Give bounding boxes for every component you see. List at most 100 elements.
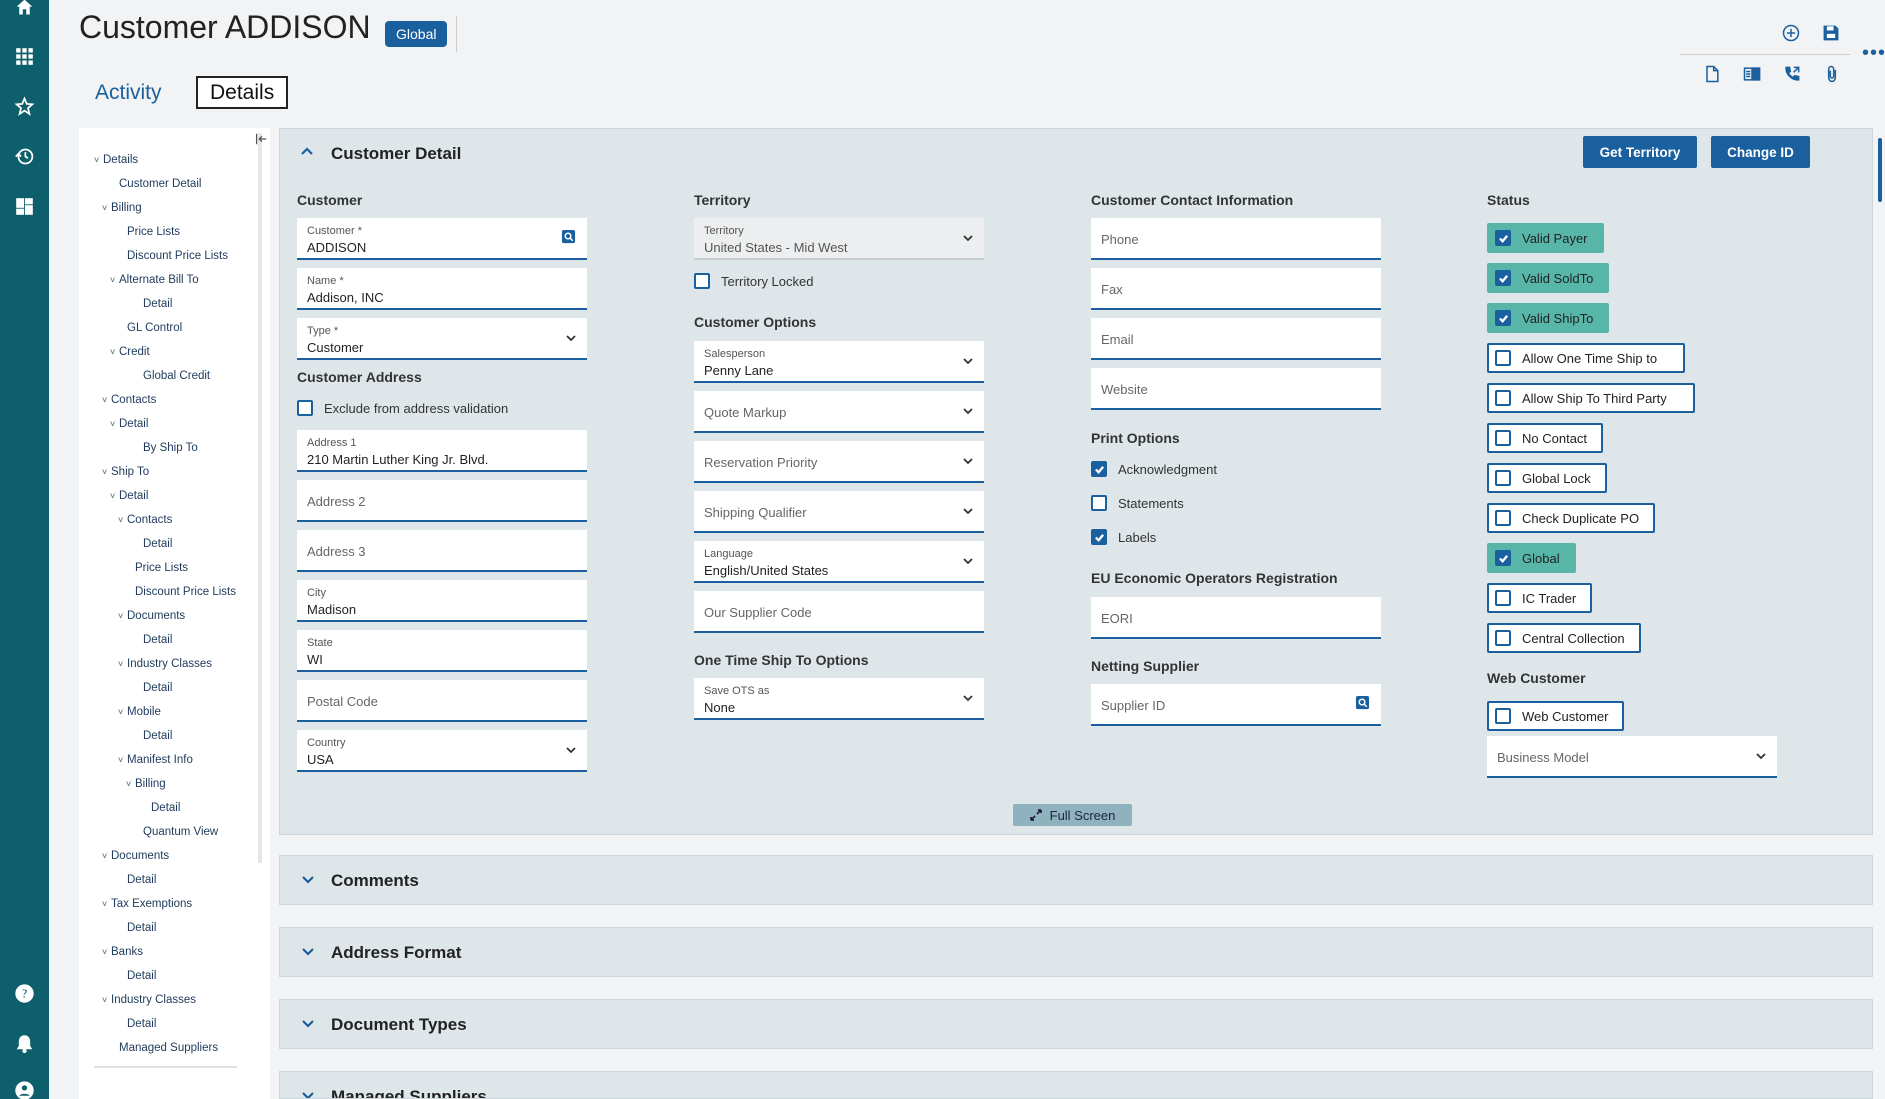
statements-checkbox[interactable]: Statements — [1091, 495, 1184, 511]
chevron-up-icon[interactable] — [299, 143, 317, 161]
add-circle-icon[interactable] — [1778, 20, 1804, 46]
tree-item[interactable]: Quantum View — [134, 826, 218, 838]
tree-item[interactable]: ˅ Documents — [118, 610, 185, 622]
tree-item[interactable]: GL Control — [118, 322, 182, 334]
tree-item[interactable]: Customer Detail — [110, 178, 201, 190]
tree-item[interactable]: Detail — [142, 802, 180, 814]
main-scrollbar[interactable] — [1878, 138, 1882, 202]
reservation-priority-select[interactable]: Reservation Priority — [694, 441, 984, 483]
managed-suppliers-section[interactable]: Managed Suppliers — [279, 1071, 1873, 1099]
dashboard-icon[interactable] — [12, 194, 37, 219]
our-supplier-code-field[interactable]: Our Supplier Code — [694, 591, 984, 633]
quote-markup-select[interactable]: Quote Markup — [694, 391, 984, 433]
tree-item[interactable]: Detail — [118, 970, 156, 982]
tree-item[interactable]: Global Credit — [134, 370, 210, 382]
country-select[interactable]: Country USA — [297, 730, 587, 772]
address-format-section[interactable]: Address Format — [279, 927, 1873, 977]
shipping-qualifier-select[interactable]: Shipping Qualifier — [694, 491, 984, 533]
change-id-button[interactable]: Change ID — [1711, 136, 1810, 168]
full-screen-button[interactable]: Full Screen — [1013, 804, 1132, 826]
phone-field[interactable]: Phone — [1091, 218, 1381, 260]
valid-payer-toggle[interactable]: Valid Payer — [1487, 223, 1604, 253]
star-icon[interactable] — [12, 94, 37, 119]
tree-item[interactable]: Price Lists — [118, 226, 180, 238]
tree-item[interactable]: Detail — [134, 538, 172, 550]
tree-item[interactable]: ˅ Contacts — [102, 394, 156, 406]
territory-locked-checkbox[interactable]: Territory Locked — [694, 273, 813, 289]
no-contact-toggle[interactable]: No Contact — [1487, 423, 1604, 453]
business-model-select[interactable]: Business Model — [1487, 736, 1777, 778]
tree-item[interactable]: ˅ Mobile — [118, 706, 161, 718]
supplier-id-field[interactable]: Supplier ID — [1091, 684, 1381, 726]
lookup-icon[interactable] — [561, 229, 577, 245]
name-field[interactable]: Name * Addison, INC — [297, 268, 587, 310]
ic-trader-toggle[interactable]: IC Trader — [1487, 583, 1593, 613]
allow-third-party-toggle[interactable]: Allow Ship To Third Party — [1487, 383, 1695, 413]
save-ots-select[interactable]: Save OTS as None — [694, 678, 984, 720]
tree-item[interactable]: Detail — [134, 730, 172, 742]
tree-item[interactable]: ˅ Billing — [102, 202, 142, 214]
state-field[interactable]: State WI — [297, 630, 587, 672]
language-select[interactable]: Language English/United States — [694, 541, 984, 583]
help-icon[interactable]: ? — [12, 981, 37, 1006]
type-select[interactable]: Type * Customer — [297, 318, 587, 360]
allow-one-time-ship-toggle[interactable]: Allow One Time Ship to — [1487, 343, 1685, 373]
lookup-icon[interactable] — [1355, 695, 1371, 711]
email-field[interactable]: Email — [1091, 318, 1381, 360]
address1-field[interactable]: Address 1 210 Martin Luther King Jr. Blv… — [297, 430, 587, 472]
notification-bell-icon[interactable] — [12, 1031, 37, 1056]
website-field[interactable]: Website — [1091, 368, 1381, 410]
history-icon[interactable] — [12, 144, 37, 169]
central-collection-toggle[interactable]: Central Collection — [1487, 623, 1641, 653]
check-duplicate-po-toggle[interactable]: Check Duplicate PO — [1487, 503, 1656, 533]
document-types-section[interactable]: Document Types — [279, 999, 1873, 1049]
fax-field[interactable]: Fax — [1091, 268, 1381, 310]
tree-item[interactable]: ˅ Manifest Info — [118, 754, 193, 766]
postal-code-field[interactable]: Postal Code — [297, 680, 587, 722]
tree-item[interactable]: Detail — [118, 874, 156, 886]
acknowledgment-checkbox[interactable]: Acknowledgment — [1091, 461, 1217, 477]
save-icon[interactable] — [1818, 20, 1844, 46]
user-profile-icon[interactable] — [12, 1078, 37, 1099]
eori-field[interactable]: EORI — [1091, 597, 1381, 639]
tree-item[interactable]: Detail — [134, 682, 172, 694]
panel-layout-icon[interactable] — [1739, 61, 1765, 87]
document-icon[interactable] — [1699, 61, 1725, 87]
tree-item[interactable]: Detail — [134, 634, 172, 646]
valid-shipto-toggle[interactable]: Valid ShipTo — [1487, 303, 1610, 333]
territory-select[interactable]: Territory United States - Mid West — [694, 218, 984, 260]
global-toggle[interactable]: Global — [1487, 543, 1576, 573]
tree-item[interactable]: ˅ Detail — [110, 418, 148, 430]
tree-scrollbar[interactable] — [258, 133, 262, 863]
apps-grid-icon[interactable] — [12, 44, 37, 69]
web-customer-toggle[interactable]: Web Customer — [1487, 701, 1625, 731]
global-lock-toggle[interactable]: Global Lock — [1487, 463, 1607, 493]
tab-activity[interactable]: Activity — [83, 76, 174, 109]
tree-item[interactable]: Detail — [134, 298, 172, 310]
tree-item[interactable]: ˅ Industry Classes — [118, 658, 212, 670]
customer-field[interactable]: Customer * ADDISON — [297, 218, 587, 260]
valid-soldto-toggle[interactable]: Valid SoldTo — [1487, 263, 1610, 293]
tree-item[interactable]: ˅ Alternate Bill To — [110, 274, 199, 286]
tree-item[interactable]: ˅ Billing — [126, 778, 166, 790]
tree-item[interactable]: ˅ Industry Classes — [102, 994, 196, 1006]
phone-icon[interactable] — [1779, 61, 1805, 87]
tree-item[interactable]: ˅ Banks — [102, 946, 143, 958]
tree-item[interactable]: Detail — [118, 922, 156, 934]
tab-details[interactable]: Details — [196, 76, 289, 109]
more-options-icon[interactable]: ••• — [1862, 42, 1885, 65]
tree-item[interactable]: Managed Suppliers — [110, 1042, 218, 1054]
tree-item[interactable]: ˅ Detail — [110, 490, 148, 502]
address2-field[interactable]: Address 2 — [297, 480, 587, 522]
tree-item[interactable]: By Ship To — [134, 442, 198, 454]
tree-item[interactable]: ˅ Ship To — [102, 466, 149, 478]
tree-item[interactable]: Discount Price Lists — [118, 250, 228, 262]
tree-item[interactable]: Detail — [118, 1018, 156, 1030]
tree-item[interactable]: ˅ Contacts — [118, 514, 172, 526]
labels-checkbox[interactable]: Labels — [1091, 529, 1156, 545]
comments-section[interactable]: Comments — [279, 855, 1873, 905]
address3-field[interactable]: Address 3 — [297, 530, 587, 572]
attachment-icon[interactable] — [1819, 61, 1845, 87]
exclude-address-validation-checkbox[interactable]: Exclude from address validation — [297, 400, 508, 416]
get-territory-button[interactable]: Get Territory — [1583, 136, 1697, 168]
